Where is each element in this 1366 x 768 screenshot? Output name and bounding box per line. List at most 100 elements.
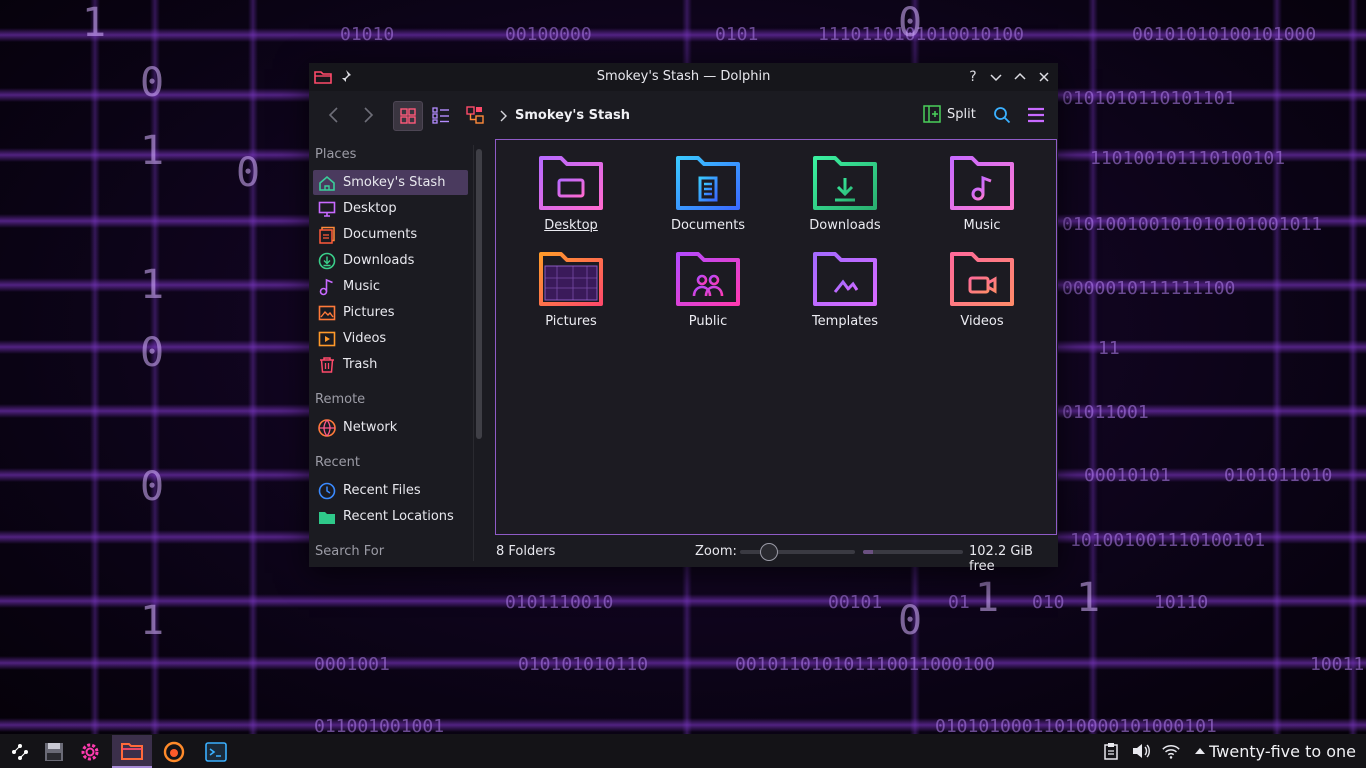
wallpaper-text: 01011001	[1062, 402, 1149, 423]
taskbar-settings-app[interactable]	[72, 735, 108, 768]
dolphin-window: Smokey's Stash — Dolphin ? Smokey's Stas…	[309, 63, 1058, 574]
hamburger-menu-button[interactable]	[1023, 101, 1049, 129]
folder-item-downloads[interactable]: Downloads	[790, 152, 900, 244]
split-button[interactable]: Split	[923, 105, 976, 123]
folder-item-videos[interactable]: Videos	[927, 248, 1037, 340]
close-icon	[1039, 72, 1049, 82]
search-button[interactable]	[989, 101, 1015, 129]
folder-item-desktop[interactable]: Desktop	[516, 152, 626, 244]
clock[interactable]: Twenty-five to one	[1209, 742, 1356, 761]
tray-expand-button[interactable]	[1190, 742, 1210, 760]
folder-count: 8 Folders	[496, 544, 556, 559]
pictures-folder-icon	[539, 252, 603, 306]
recent-files-icon	[317, 481, 337, 501]
wifi-tray-icon[interactable]	[1161, 742, 1181, 760]
sidebar-item-downloads[interactable]: Downloads	[313, 248, 468, 273]
maximize-button[interactable]	[1010, 67, 1030, 87]
places-panel: Places Smokey's Stash Desktop Documents …	[309, 139, 483, 567]
sidebar-item-label: Smokey's Stash	[343, 175, 446, 190]
wallpaper-text: 010	[1032, 592, 1065, 613]
wallpaper-text: 010100100101010101001011	[1062, 214, 1323, 235]
sidebar-item-desktop[interactable]: Desktop	[313, 196, 468, 221]
firefox-icon	[163, 741, 185, 762]
launcher-icon	[12, 743, 28, 760]
folder-name: Pictures	[545, 314, 597, 329]
wallpaper-text: 01	[948, 592, 970, 613]
wallpaper-digit: 0	[236, 150, 261, 196]
sidebar-item-label: Network	[343, 420, 398, 435]
volume-tray-icon[interactable]	[1131, 742, 1151, 760]
music-icon	[317, 277, 337, 297]
folder-name: Desktop	[544, 218, 598, 233]
wallpaper-text: 01010	[340, 24, 395, 45]
sidebar-item-label: Documents	[343, 227, 418, 242]
taskbar-dolphin-app[interactable]	[112, 735, 152, 768]
sidebar-item-label: Recent Locations	[343, 509, 454, 524]
split-label: Split	[947, 106, 976, 122]
public-folder-icon	[676, 252, 740, 306]
help-button[interactable]: ?	[963, 67, 983, 87]
details-view-button[interactable]	[427, 101, 455, 129]
sidebar-item-label: Recent Files	[343, 483, 421, 498]
free-space: 102.2 GiB free	[969, 544, 1033, 574]
wallpaper-digit: 0	[140, 464, 165, 510]
sidebar-item-home[interactable]: Smokey's Stash	[313, 170, 468, 195]
forward-button[interactable]	[355, 101, 381, 129]
sidebar-item-trash[interactable]: Trash	[313, 352, 468, 377]
sidebar-item-videos[interactable]: Videos	[313, 326, 468, 351]
folder-icon	[121, 742, 143, 760]
sidebar-scrollbar[interactable]	[476, 149, 482, 439]
sidebar-item-recent-files[interactable]: Recent Files	[313, 478, 468, 503]
wallpaper-digit: 1	[140, 262, 165, 308]
sidebar-item-pictures[interactable]: Pictures	[313, 300, 468, 325]
chevron-up-icon	[1014, 72, 1026, 80]
icons-view-button[interactable]	[393, 101, 423, 131]
sidebar-item-music[interactable]: Music	[313, 274, 468, 299]
templates-folder-icon	[813, 252, 877, 306]
minimize-button[interactable]	[986, 67, 1006, 87]
taskbar-terminal-app[interactable]	[198, 735, 234, 768]
grid-view-icon	[400, 108, 416, 124]
folder-item-documents[interactable]: Documents	[653, 152, 763, 244]
wallpaper-text: 011001001001	[314, 716, 445, 734]
zoom-slider-track[interactable]	[740, 550, 855, 554]
folder-item-pictures[interactable]: Pictures	[516, 248, 626, 340]
wallpaper-digit: 1	[975, 575, 1000, 621]
sidebar-item-documents[interactable]: Documents	[313, 222, 468, 247]
folder-view[interactable]: Desktop Documents Downloads Music Pictur…	[495, 139, 1057, 535]
folder-item-music[interactable]: Music	[927, 152, 1037, 244]
wallpaper-text: 0101	[715, 24, 759, 45]
wallpaper-digit: 0	[140, 60, 165, 106]
section-search-for: Search For	[315, 544, 385, 559]
sidebar-item-network[interactable]: Network	[313, 415, 468, 440]
sidebar-item-label: Desktop	[343, 201, 397, 216]
speaker-icon	[1133, 744, 1150, 758]
wallpaper-text: 010101010110	[518, 654, 649, 675]
sidebar-item-recent-locations[interactable]: Recent Locations	[313, 504, 468, 529]
folder-item-public[interactable]: Public	[653, 248, 763, 340]
tree-view-button[interactable]	[461, 101, 489, 129]
folder-name: Templates	[811, 314, 879, 329]
terminal-icon	[205, 741, 227, 762]
breadcrumb[interactable]: Smokey's Stash	[499, 108, 630, 123]
wallpaper-digit: 0	[898, 598, 923, 644]
back-button[interactable]	[321, 101, 347, 129]
close-button[interactable]	[1034, 67, 1054, 87]
folder-item-templates[interactable]: Templates	[790, 248, 900, 340]
folder-name: Documents	[670, 218, 746, 233]
wallpaper-text: 10110	[1154, 592, 1209, 613]
disk-space-bar	[863, 550, 963, 554]
section-places: Places	[315, 147, 357, 162]
title-bar[interactable]: Smokey's Stash — Dolphin ?	[309, 63, 1058, 91]
clipboard-tray-icon[interactable]	[1101, 742, 1121, 760]
wallpaper-text: 10011	[1310, 654, 1365, 675]
taskbar-firefox-app[interactable]	[156, 735, 192, 768]
wallpaper-text: 0101011010	[1224, 465, 1333, 486]
status-bar: 8 Folders Zoom: 102.2 GiB free	[495, 537, 1058, 574]
app-launcher-button[interactable]	[2, 735, 38, 768]
wallpaper-text: 00101010100101000	[1132, 24, 1317, 45]
zoom-slider-handle[interactable]	[759, 543, 778, 561]
taskbar-save-app[interactable]	[36, 735, 72, 768]
breadcrumb-current[interactable]: Smokey's Stash	[515, 108, 630, 123]
network-icon	[317, 418, 337, 438]
